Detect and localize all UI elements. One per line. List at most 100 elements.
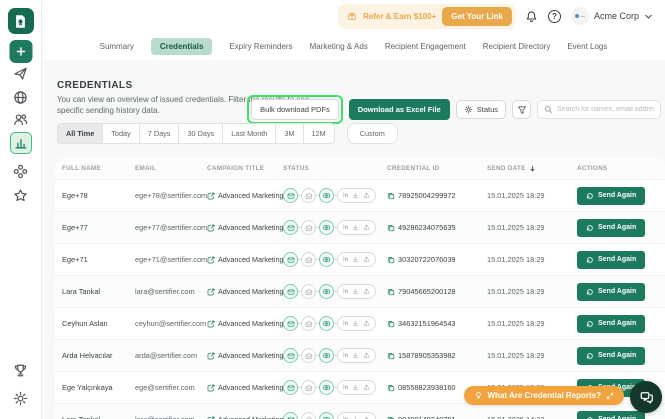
account-menu[interactable]: Acme Corp: [571, 7, 653, 25]
cell-email: ege@sertifier.com: [135, 383, 207, 392]
send-icon[interactable]: [10, 62, 32, 84]
toolbar: Bulk download PDFs Download as Excel Fil…: [247, 95, 661, 124]
viewed-icon: [319, 284, 334, 299]
viewed-icon: [319, 188, 334, 203]
time-filter-all-time[interactable]: All Time: [57, 123, 103, 144]
time-filter-last-month[interactable]: Last Month: [223, 123, 276, 144]
opened-icon: [301, 284, 316, 299]
tab-summary[interactable]: Summary: [100, 42, 134, 51]
download-excel-button[interactable]: Download as Excel File: [349, 99, 450, 120]
campaign-title: Advanced Marketing2: [218, 255, 283, 264]
copy-icon[interactable]: [387, 224, 395, 232]
tab-recipient-directory[interactable]: Recipient Directory: [483, 42, 551, 51]
send-again-button[interactable]: Send Again: [577, 347, 645, 365]
avatar: [571, 7, 589, 25]
status-gear-icon: [464, 105, 473, 114]
cell-send-date: 15.01.2025 18:29: [487, 255, 577, 264]
time-filter-today[interactable]: Today: [103, 123, 139, 144]
copy-icon[interactable]: [387, 384, 395, 392]
external-link-icon[interactable]: [207, 416, 215, 419]
filter-icon[interactable]: [512, 100, 531, 119]
share-group: in: [337, 412, 376, 419]
credential-id: 15878905353982: [398, 351, 456, 360]
copy-icon[interactable]: [387, 416, 395, 419]
time-filter-12m[interactable]: 12M: [304, 123, 335, 144]
highlight-box: Bulk download PDFs: [247, 95, 343, 124]
status-filter-label: Status: [477, 105, 498, 114]
tab-recipient-engagement[interactable]: Recipient Engagement: [385, 42, 466, 51]
logo-icon[interactable]: [8, 8, 34, 34]
external-link-icon[interactable]: [207, 320, 215, 328]
copy-icon[interactable]: [387, 288, 395, 296]
send-again-button[interactable]: Send Again: [577, 251, 645, 269]
share-icon: [363, 288, 370, 295]
time-filter-3m[interactable]: 3M: [276, 123, 303, 144]
time-filter-7-days[interactable]: 7 Days: [140, 123, 180, 144]
copy-icon[interactable]: [387, 352, 395, 360]
copy-icon[interactable]: [387, 320, 395, 328]
cell-email: lara@sertifier.com: [135, 415, 207, 419]
send-again-button[interactable]: Send Again: [577, 187, 645, 205]
bell-icon[interactable]: [525, 10, 538, 23]
analytics-icon[interactable]: [10, 132, 32, 154]
table-row: Arda Helvacılar arda@sertifier.com Advan…: [55, 340, 665, 372]
star-icon[interactable]: [10, 184, 32, 206]
send-again-button[interactable]: Send Again: [577, 315, 645, 333]
refer-earn-pill[interactable]: Refer & Earn $100+ Get Your Link: [338, 4, 515, 29]
status-filter-button[interactable]: Status: [456, 100, 506, 119]
copy-icon[interactable]: [387, 256, 395, 264]
get-your-link-button[interactable]: Get Your Link: [442, 7, 512, 26]
campaign-title: Advanced Marketing2: [218, 223, 283, 232]
send-again-label: Send Again: [598, 320, 636, 327]
tab-expiry-reminders[interactable]: Expiry Reminders: [229, 42, 292, 51]
download-icon: [352, 384, 359, 391]
external-link-icon[interactable]: [207, 192, 215, 200]
trophy-icon[interactable]: [10, 359, 32, 381]
cell-campaign: Advanced Marketing2: [207, 255, 283, 264]
send-again-label: Send Again: [598, 224, 636, 231]
sort-icon[interactable]: [529, 165, 536, 172]
share-group: in: [337, 284, 376, 299]
cell-status: in: [283, 188, 387, 203]
send-again-button[interactable]: Send Again: [577, 219, 645, 237]
integrations-icon[interactable]: [10, 160, 32, 182]
globe-icon[interactable]: [10, 86, 32, 108]
send-again-button[interactable]: Send Again: [577, 411, 645, 419]
external-link-icon[interactable]: [207, 288, 215, 296]
create-button[interactable]: [9, 40, 32, 63]
tab-marketing-ads[interactable]: Marketing & Ads: [310, 42, 368, 51]
external-link-icon[interactable]: [207, 352, 215, 360]
external-link-icon[interactable]: [207, 224, 215, 232]
external-link-icon[interactable]: [207, 256, 215, 264]
search-input[interactable]: [557, 106, 654, 113]
help-icon[interactable]: ?: [548, 10, 561, 23]
share-group: in: [337, 188, 376, 203]
linkedin-icon: in: [343, 225, 348, 231]
send-again-button[interactable]: Send Again: [577, 283, 645, 301]
credential-reports-help-pill[interactable]: What Are Credential Reports?: [464, 386, 625, 405]
recipients-icon[interactable]: [10, 108, 32, 130]
bulk-download-pdfs-button[interactable]: Bulk download PDFs: [251, 99, 339, 120]
tab-event-logs[interactable]: Event Logs: [567, 42, 607, 51]
sent-icon: [283, 252, 298, 267]
share-icon: [363, 384, 370, 391]
cell-status: in: [283, 284, 387, 299]
copy-icon[interactable]: [387, 192, 395, 200]
cell-full-name: Ceyhun Aslan: [62, 319, 135, 328]
download-icon: [352, 352, 359, 359]
cell-status: in: [283, 380, 387, 395]
opened-icon: [301, 188, 316, 203]
cell-campaign: Advanced Marketing2: [207, 351, 283, 360]
send-again-label: Send Again: [598, 192, 636, 199]
cell-status: in: [283, 412, 387, 419]
tab-credentials[interactable]: Credentials: [151, 38, 213, 55]
time-filter-30-days[interactable]: 30 Days: [179, 123, 223, 144]
cell-full-name: Lara Tankal: [62, 415, 135, 419]
sent-icon: [283, 316, 298, 331]
settings-icon[interactable]: [10, 387, 32, 409]
external-link-icon[interactable]: [207, 384, 215, 392]
credential-id: 49286234075635: [398, 223, 456, 232]
time-filter-custom[interactable]: Custom: [347, 123, 398, 144]
chat-button[interactable]: [630, 381, 662, 413]
gift-icon: [347, 11, 357, 21]
